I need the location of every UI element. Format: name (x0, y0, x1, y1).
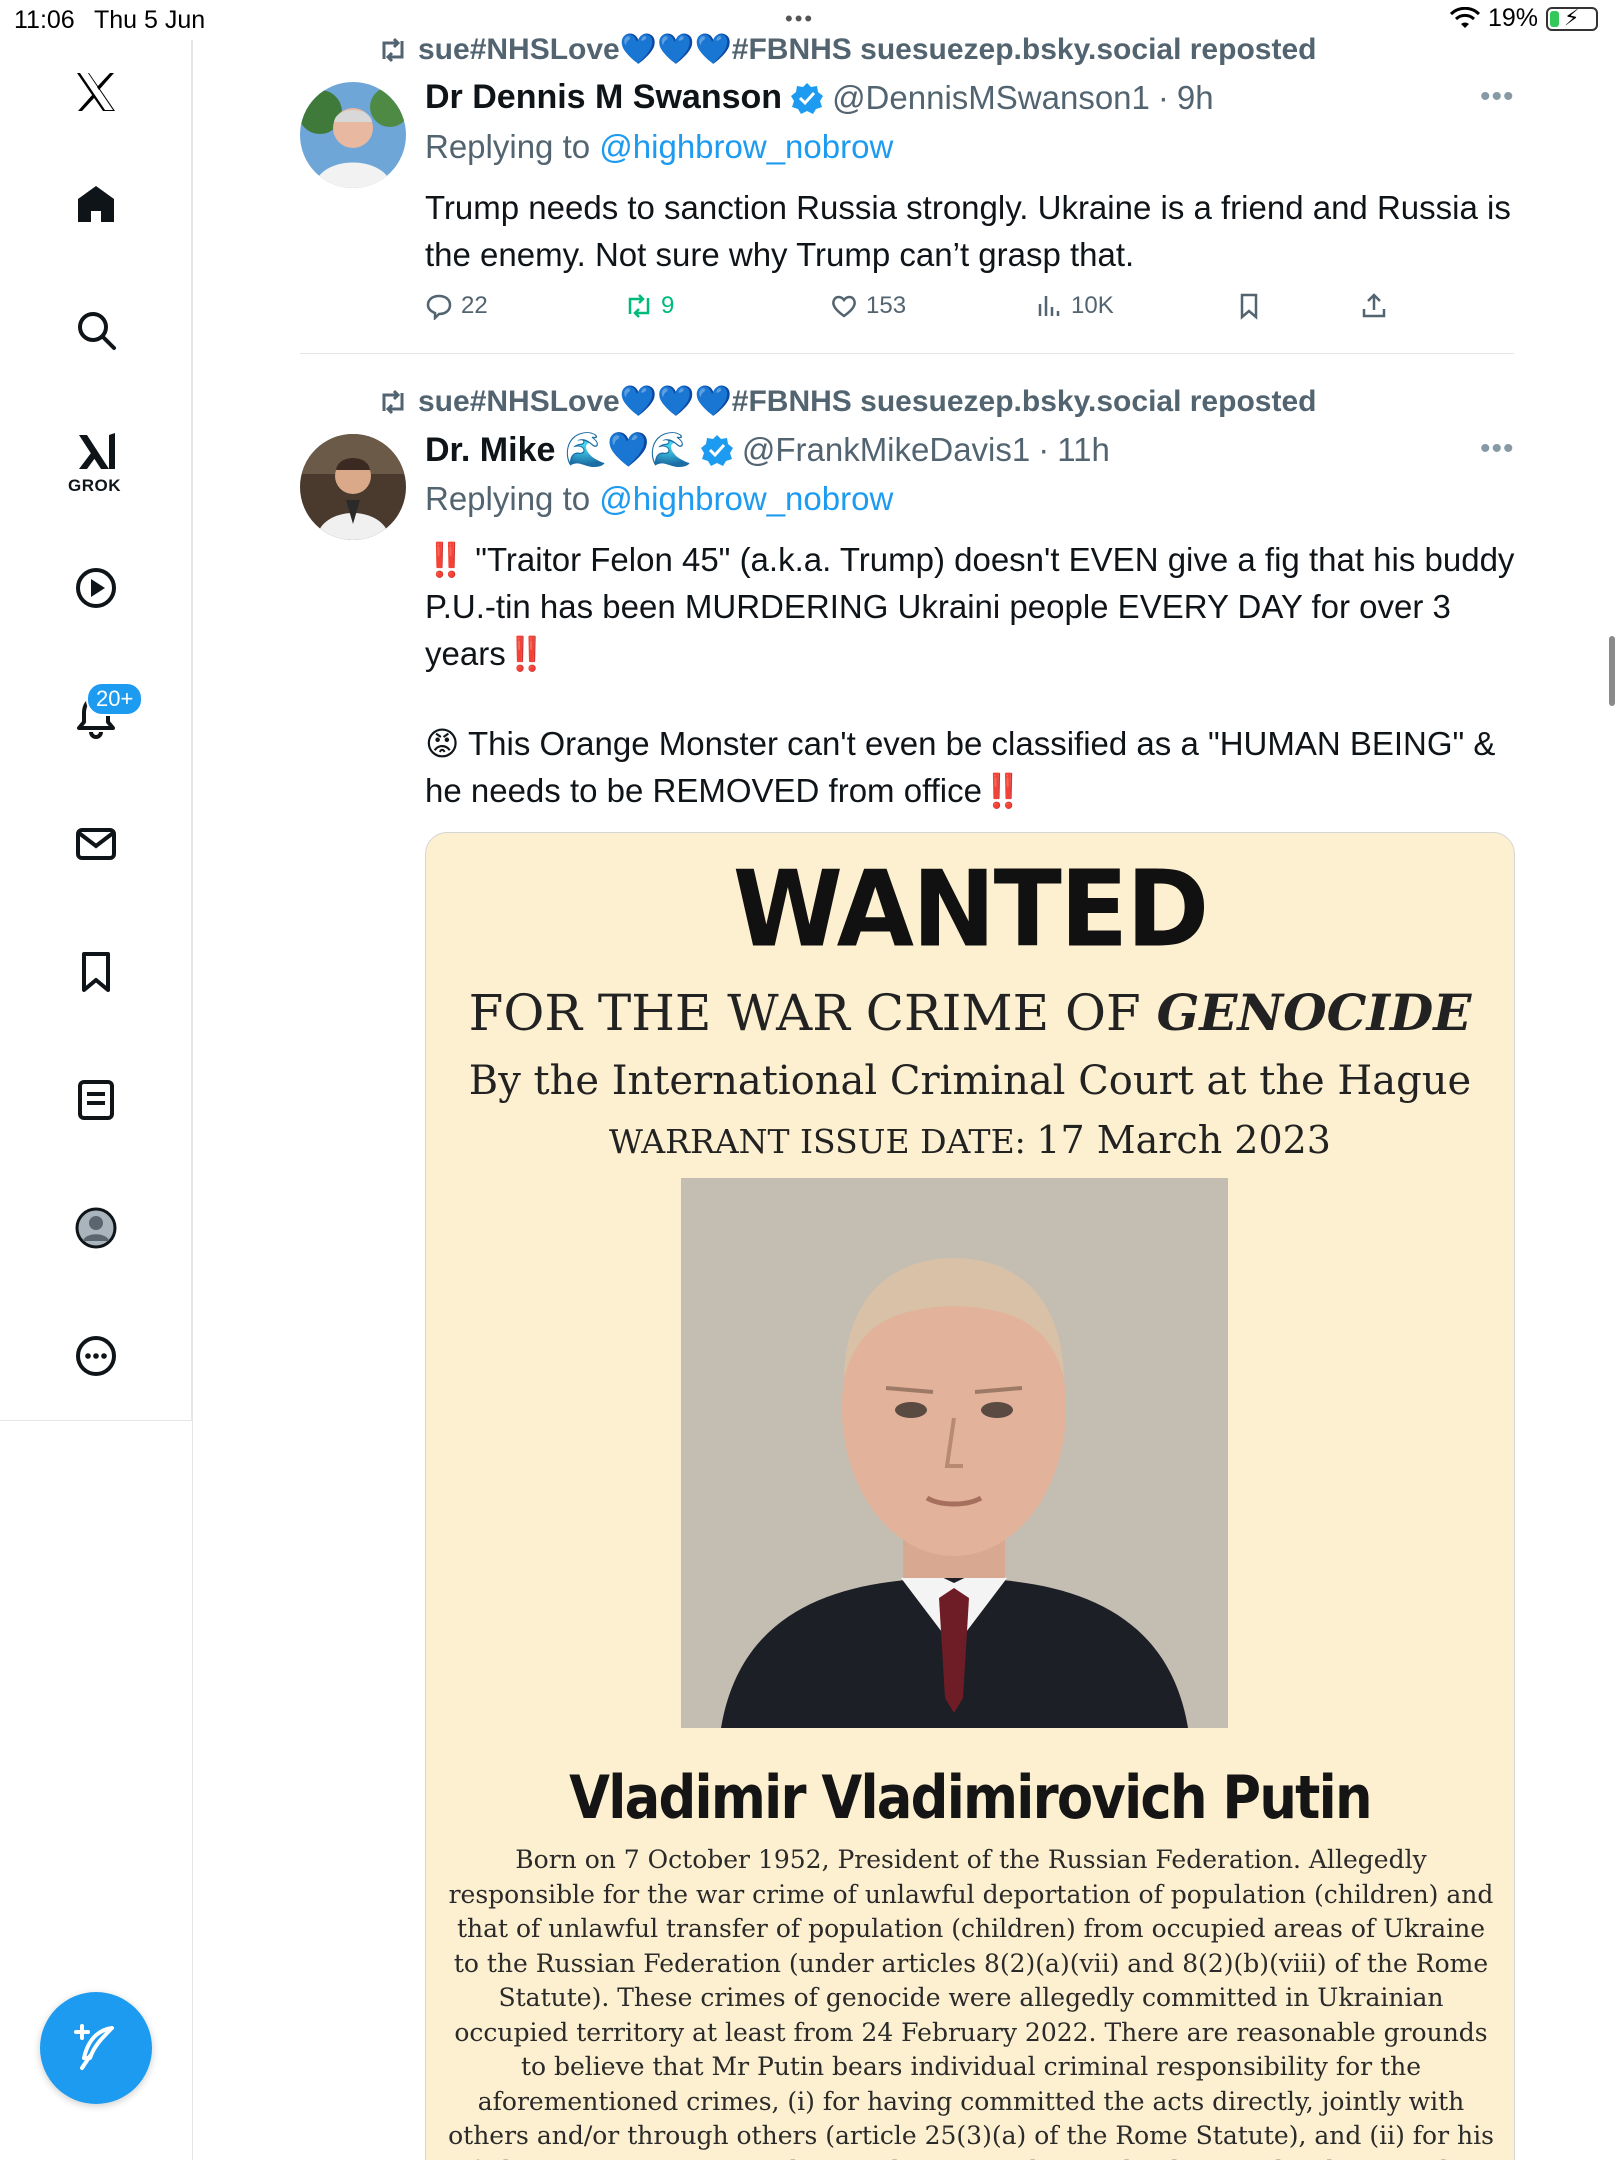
more-options-icon[interactable]: ••• (1480, 80, 1515, 114)
replying-to: Replying to @highbrow_nobrow (425, 128, 893, 166)
repost-icon (382, 389, 404, 414)
status-indicators: 19% ⚡ (1449, 4, 1598, 33)
tweet-divider (300, 353, 1514, 354)
battery-fill (1550, 10, 1560, 27)
like-count: 153 (866, 292, 907, 319)
handle[interactable]: @DennisMSwanson1 (832, 79, 1150, 117)
timestamp[interactable]: 9h (1177, 79, 1214, 117)
repost-header: sue#NHSLove💙💙💙#FBNHS suesuezep.bsky.soci… (378, 384, 1316, 419)
tweet-text-paragraph-2: 😡 This Orange Monster can't even be clas… (425, 725, 1496, 809)
column-divider (192, 40, 193, 2160)
search-icon[interactable] (66, 300, 126, 360)
views-button[interactable]: 10K (1035, 292, 1114, 320)
repost-icon (628, 294, 650, 318)
grok-label: GROK (68, 476, 121, 495)
tweet-actions: 22 9 153 10K (425, 292, 1405, 332)
tweet-text-paragraph-1: ‼️ "Traitor Felon 45" (a.k.a. Trump) doe… (425, 541, 1515, 672)
more-circle-icon[interactable] (66, 1326, 126, 1386)
notification-badge: 20+ (86, 682, 144, 716)
tweet-header: Dr. Mike 🌊💙🌊 @FrankMikeDavis1 · 11h (425, 430, 1110, 470)
reply-count: 22 (461, 292, 488, 319)
compose-button[interactable] (40, 1992, 152, 2104)
more-options-icon[interactable]: ••• (1480, 432, 1515, 466)
article-icon[interactable] (66, 1070, 126, 1130)
status-date: Thu 5 Jun (94, 6, 206, 34)
poster-warrant-line: WARRANT ISSUE DATE: 17 March 2023 (426, 1118, 1514, 1162)
grok-icon[interactable] (66, 422, 126, 482)
poster-warrant-date: 17 March 2023 (1036, 1118, 1331, 1162)
heart-icon (832, 295, 856, 318)
repost-by[interactable]: sue#NHSLove💙💙💙#FBNHS suesuezep.bsky.soci… (418, 384, 1316, 419)
repost-icon (382, 37, 404, 62)
avatar[interactable] (300, 434, 406, 540)
repost-button[interactable]: 9 (625, 292, 674, 320)
repost-by[interactable]: sue#NHSLove💙💙💙#FBNHS suesuezep.bsky.soci… (418, 32, 1316, 67)
display-name[interactable]: Dr Dennis M Swanson (425, 78, 782, 117)
replying-to-mention[interactable]: @highbrow_nobrow (599, 480, 893, 517)
bookmark-button[interactable] (1235, 292, 1263, 320)
separator: · (1038, 431, 1050, 468)
reply-icon (426, 294, 452, 320)
poster-court-line: By the International Criminal Court at t… (468, 1058, 1472, 1104)
share-icon (1362, 293, 1386, 318)
handle[interactable]: @FrankMikeDavis1 (742, 431, 1030, 469)
poster-person-name: Vladimir Vladimirovich Putin (569, 1763, 1372, 1833)
battery-percent: 19% (1487, 4, 1538, 32)
replying-to-mention[interactable]: @highbrow_nobrow (599, 128, 893, 165)
status-time: 11:06 (14, 6, 75, 34)
reply-button[interactable]: 22 (425, 292, 488, 320)
tweet-media-image[interactable]: WANTED FOR THE WAR CRIME OF GENOCIDE By … (425, 832, 1515, 2160)
repost-count: 9 (661, 292, 675, 319)
poster-crime-line: FOR THE WAR CRIME OF GENOCIDE (426, 983, 1514, 1042)
compose-feather-icon (74, 2024, 114, 2070)
tweet-text: Trump needs to sanction Russia strongly.… (425, 189, 1511, 273)
verified-badge-icon (700, 435, 733, 466)
bookmark-icon[interactable] (66, 942, 126, 1002)
video-play-icon[interactable] (66, 558, 126, 618)
views-count: 10K (1071, 292, 1114, 319)
poster-body-text: Born on 7 October 1952, President of the… (448, 1845, 1494, 2160)
charging-bolt-icon: ⚡ (1564, 4, 1580, 30)
x-logo-icon[interactable] (66, 62, 126, 122)
replying-to: Replying to @highbrow_nobrow (425, 480, 893, 518)
tweet-header: Dr Dennis M Swanson @DennisMSwanson1 · 9… (425, 78, 1214, 117)
profile-icon[interactable] (66, 1198, 126, 1258)
verified-badge-icon (791, 82, 824, 114)
mail-icon[interactable] (66, 814, 126, 874)
scrollbar[interactable] (1609, 636, 1615, 706)
display-name[interactable]: Dr. Mike 🌊💙🌊 (425, 430, 692, 470)
poster-crime-emphasis: GENOCIDE (1156, 983, 1472, 1042)
poster-wanted-heading: WANTED (732, 848, 1209, 971)
home-icon[interactable] (66, 174, 126, 234)
poster-warrant-prefix: WARRANT ISSUE DATE: (609, 1122, 1037, 1161)
replying-prefix: Replying to (425, 128, 591, 165)
views-chart-icon (1038, 296, 1060, 316)
share-button[interactable] (1360, 292, 1388, 320)
timestamp[interactable]: 11h (1057, 431, 1110, 469)
poster-crime-prefix: FOR THE WAR CRIME OF (468, 984, 1157, 1042)
like-button[interactable]: 153 (830, 292, 906, 320)
separator: · (1157, 78, 1169, 116)
sidebar-divider (0, 1420, 192, 1421)
replying-prefix: Replying to (425, 480, 591, 517)
portrait-photo (681, 1178, 1228, 1728)
multitasking-dots-icon[interactable]: ••• (785, 6, 814, 32)
bookmark-icon (1240, 293, 1258, 320)
repost-header: sue#NHSLove💙💙💙#FBNHS suesuezep.bsky.soci… (378, 32, 1316, 67)
battery-icon: ⚡ (1546, 4, 1598, 31)
avatar[interactable] (300, 82, 406, 188)
wifi-icon (1449, 6, 1480, 28)
